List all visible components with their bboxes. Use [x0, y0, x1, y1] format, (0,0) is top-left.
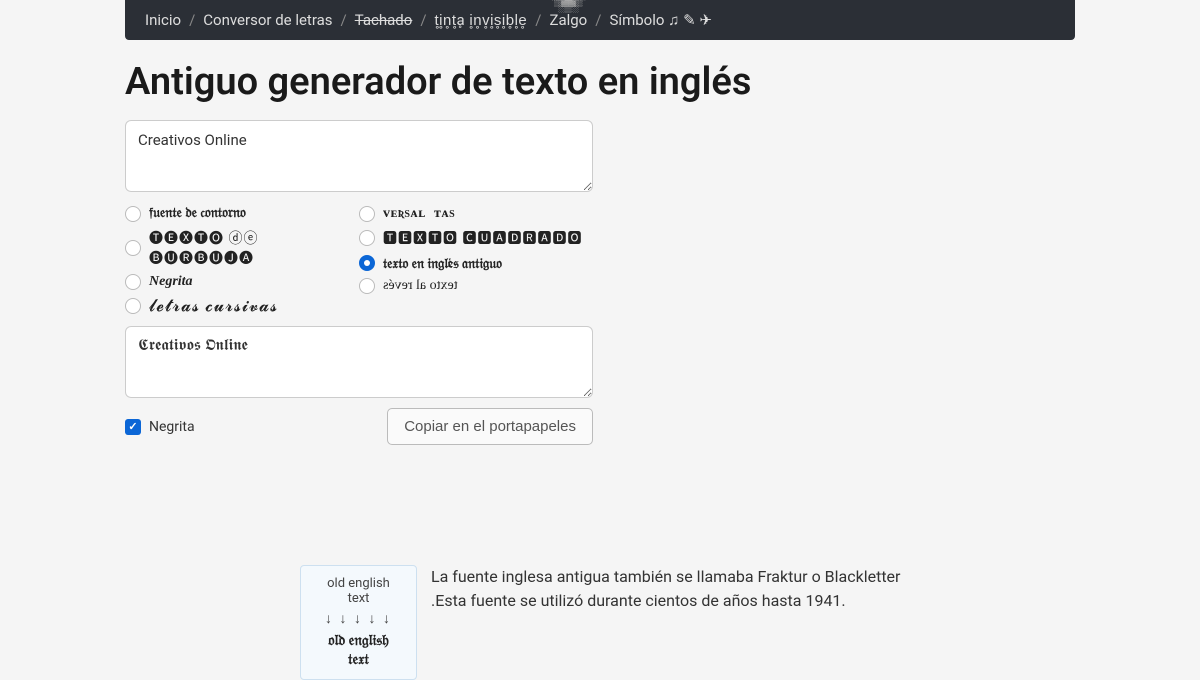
- info-card: old english text ↓ ↓ ↓ ↓ ↓ 𝔬𝔩𝔡 𝔢𝔫𝔤𝔩𝔦𝔰𝔥 𝔱…: [300, 565, 417, 680]
- option-reverse[interactable]: texto al revés: [359, 278, 593, 294]
- radio-icon: [125, 206, 141, 222]
- breadcrumb-sep: /: [189, 11, 195, 29]
- option-cursive[interactable]: 𝓵𝓮𝓽𝓻𝓪𝓼 𝓬𝓾𝓻𝓼𝓲𝓿𝓪𝓼: [125, 296, 359, 316]
- options-col-2: ᴠᴇʀsᴀʟɪᴛᴀs 🆃🅴🆇🆃🅾 🅲🆄🅰🅳🆁🅰🅳🅾 𝔱𝔢𝔵𝔱𝔬 𝔢𝔫 𝔦𝔫𝔤𝔩é…: [359, 206, 593, 316]
- info-card-arrows: ↓ ↓ ↓ ↓ ↓: [319, 610, 398, 627]
- info-text: La fuente inglesa antigua también se lla…: [431, 565, 931, 613]
- option-outline[interactable]: 𝔣𝔲𝔢𝔫𝔱𝔢 𝔡𝔢 𝔠𝔬𝔫𝔱𝔬𝔯𝔫𝔬: [125, 206, 359, 222]
- info-card-line1: old english text: [319, 576, 398, 606]
- breadcrumb-converter[interactable]: Conversor de letras: [203, 11, 332, 29]
- breadcrumb-sep: /: [420, 11, 426, 29]
- radio-icon: [125, 274, 141, 290]
- info-card-line3: 𝔬𝔩𝔡 𝔢𝔫𝔤𝔩𝔦𝔰𝔥 𝔱𝔢𝔵𝔱: [319, 631, 398, 669]
- option-label: Negrita: [149, 274, 193, 290]
- breadcrumb-zalgo[interactable]: Zalgo: [549, 11, 587, 29]
- copy-button[interactable]: Copiar en el portapapeles: [387, 408, 593, 445]
- option-bold[interactable]: Negrita: [125, 274, 359, 290]
- breadcrumb-home[interactable]: Inicio: [145, 11, 181, 29]
- radio-icon: [359, 278, 375, 294]
- option-label: 𝔱𝔢𝔵𝔱𝔬 𝔢𝔫 𝔦𝔫𝔤𝔩é𝔰 𝔞𝔫𝔱𝔦𝔤𝔲𝔬: [383, 254, 502, 272]
- options-col-1: 𝔣𝔲𝔢𝔫𝔱𝔢 𝔡𝔢 𝔠𝔬𝔫𝔱𝔬𝔯𝔫𝔬 🅣🅔🅧🅣🅞 ⓓⓔ 🅑🅤🅡🅑🅤🅙🅐 Negr…: [125, 206, 359, 316]
- breadcrumb-sep: /: [595, 11, 601, 29]
- breadcrumb: Inicio / Conversor de letras / Tachado /…: [145, 11, 712, 29]
- output-textarea[interactable]: [125, 326, 593, 398]
- radio-icon: [125, 240, 141, 256]
- zalgo-decoration: ░▒▓▒░▒▓▓▒░▒░: [549, 0, 587, 11]
- input-textarea[interactable]: [125, 120, 593, 192]
- radio-icon: [359, 230, 375, 246]
- option-oldenglish[interactable]: 𝔱𝔢𝔵𝔱𝔬 𝔢𝔫 𝔦𝔫𝔤𝔩é𝔰 𝔞𝔫𝔱𝔦𝔤𝔲𝔬: [359, 254, 593, 272]
- radio-icon-checked: [359, 255, 375, 271]
- option-square[interactable]: 🆃🅴🆇🆃🅾 🅲🆄🅰🅳🆁🅰🅳🅾: [359, 228, 593, 248]
- page-title: Antiguo generador de texto en inglés: [125, 60, 1075, 104]
- breadcrumb-sep: /: [341, 11, 347, 29]
- radio-icon: [359, 206, 375, 222]
- option-smallcaps[interactable]: ᴠᴇʀsᴀʟɪᴛᴀs: [359, 206, 593, 222]
- navbar: Inicio / Conversor de letras / Tachado /…: [125, 0, 1075, 40]
- option-label: 𝔣𝔲𝔢𝔫𝔱𝔢 𝔡𝔢 𝔠𝔬𝔫𝔱𝔬𝔯𝔫𝔬: [149, 206, 246, 222]
- option-label: ᴠᴇʀsᴀʟɪᴛᴀs: [383, 206, 455, 222]
- options-group: 𝔣𝔲𝔢𝔫𝔱𝔢 𝔡𝔢 𝔠𝔬𝔫𝔱𝔬𝔯𝔫𝔬 🅣🅔🅧🅣🅞 ⓓⓔ 🅑🅤🅡🅑🅤🅙🅐 Negr…: [125, 206, 1075, 316]
- option-label: texto al revés: [383, 278, 458, 294]
- radio-icon: [125, 298, 141, 314]
- option-label: 🅣🅔🅧🅣🅞 ⓓⓔ 🅑🅤🅡🅑🅤🅙🅐: [149, 228, 359, 268]
- output-controls: Negrita Copiar en el portapapeles: [125, 408, 593, 445]
- bold-checkbox[interactable]: Negrita: [125, 419, 195, 435]
- breadcrumb-symbol[interactable]: Símbolo ♫ ✎ ✈: [609, 11, 712, 29]
- checkbox-label: Negrita: [149, 419, 195, 435]
- breadcrumb-sep: /: [535, 11, 541, 29]
- option-bubble[interactable]: 🅣🅔🅧🅣🅞 ⓓⓔ 🅑🅤🅡🅑🅤🅙🅐: [125, 228, 359, 268]
- info-section: old english text ↓ ↓ ↓ ↓ ↓ 𝔬𝔩𝔡 𝔢𝔫𝔤𝔩𝔦𝔰𝔥 𝔱…: [300, 565, 1075, 680]
- option-label: 🆃🅴🆇🆃🅾 🅲🆄🅰🅳🆁🅰🅳🅾: [383, 228, 583, 248]
- breadcrumb-strike[interactable]: Tachado: [355, 11, 413, 29]
- checkbox-icon-checked: [125, 419, 141, 435]
- option-label: 𝓵𝓮𝓽𝓻𝓪𝓼 𝓬𝓾𝓻𝓼𝓲𝓿𝓪𝓼: [149, 296, 278, 316]
- breadcrumb-invisible[interactable]: t̥i̥n̥t̥ḁ i̥n̥v̥i̥s̥i̥b̥l̥e̥: [435, 11, 528, 29]
